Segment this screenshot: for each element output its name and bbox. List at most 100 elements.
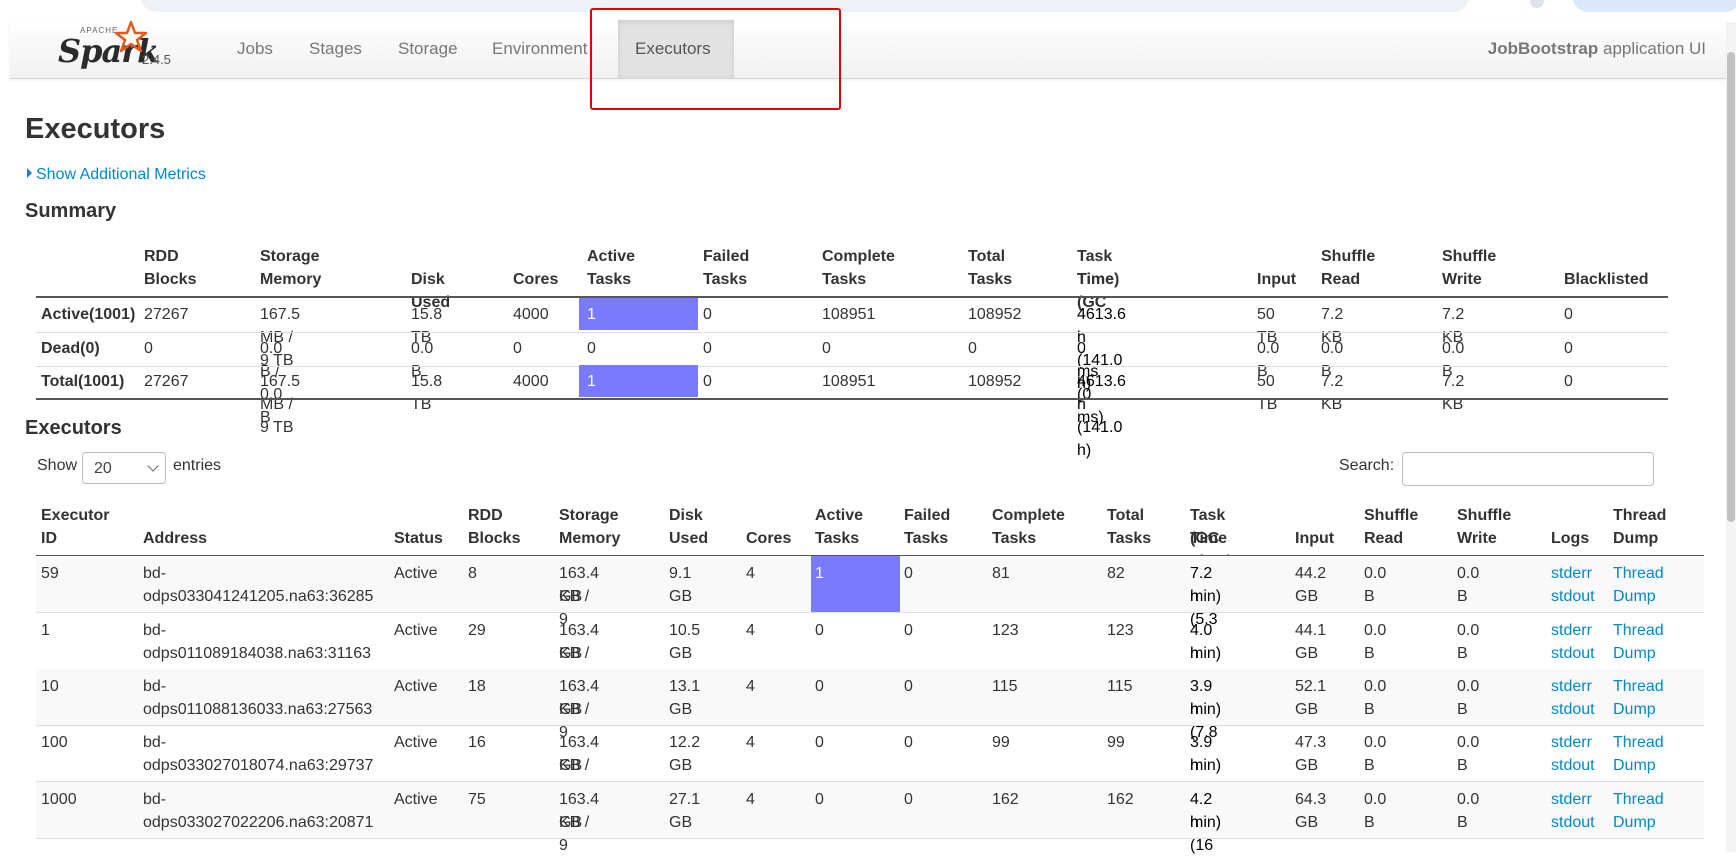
stderr-link[interactable]: stderr (1551, 675, 1592, 698)
summary-cell-cores: 0 (513, 340, 522, 357)
stdout-link[interactable]: stdout (1551, 754, 1595, 777)
executor-failed-tasks: 0 (904, 565, 913, 582)
show-additional-metrics-link[interactable]: Show Additional Metrics (27, 166, 206, 184)
stdout-link[interactable]: stdout (1551, 811, 1595, 834)
additional-metrics-label: Show Additional Metrics (36, 166, 206, 183)
table-rule (36, 838, 1704, 839)
executor-header-disk: Used (669, 530, 709, 547)
summary-cell-failed: 0 (703, 306, 712, 323)
executor-disk-used: 9.1 GB (669, 565, 693, 605)
thread-dump-link[interactable]: Thread (1613, 675, 1664, 698)
profile-icon[interactable] (1530, 0, 1544, 8)
summary-cell-complete: 0 (822, 340, 831, 357)
executor-shuffle-read: 0.0 B (1364, 678, 1387, 718)
stdout-link[interactable]: stdout (1551, 642, 1595, 665)
summary-heading: Summary (25, 200, 117, 222)
entries-per-page-select[interactable]: 20 (82, 452, 166, 484)
active-tasks-bar (811, 556, 900, 612)
executor-storage-memory: GB (559, 588, 583, 605)
scrollbar-thumb[interactable] (1727, 52, 1735, 522)
executor-failed-tasks: 0 (904, 791, 913, 808)
stdout-link[interactable]: stdout (1551, 585, 1595, 608)
executor-shuffle-read: 0.0 B (1364, 734, 1387, 774)
executor-total-tasks: 82 (1107, 565, 1125, 582)
executor-header-id: Executor (41, 507, 110, 524)
spark-logo[interactable]: APACHE Spark (48, 20, 159, 76)
summary-header-shread: Shuffle (1321, 248, 1376, 265)
thread-dump-link[interactable]: Dump (1613, 698, 1656, 721)
spark-navbar: APACHE Spark 2.4.5 Jobs Stages Storage E… (10, 20, 1726, 79)
executor-task-time: min) (1190, 814, 1222, 831)
thread-dump-link[interactable]: Thread (1613, 788, 1664, 811)
executor-header-failed: Failed (904, 507, 951, 524)
executor-complete-tasks: 123 (992, 622, 1019, 639)
summary-cell-storage: 167.5 MB / 9 TB (260, 373, 301, 436)
executor-address: odps033027018074.na63:29737 (143, 757, 374, 774)
search-input[interactable] (1402, 452, 1654, 486)
summary-cell-rdd: 27267 (144, 306, 189, 323)
executor-header-rdd: Blocks (468, 530, 521, 547)
executor-input: 64.3 GB (1295, 791, 1327, 831)
show-label: Show (37, 457, 78, 474)
summary-cell-total: 108952 (968, 373, 1022, 390)
executor-rdd-blocks: 75 (468, 791, 486, 808)
summary-header-total: Total (968, 248, 1006, 265)
executor-total-tasks: 115 (1107, 678, 1133, 695)
thread-dump-link[interactable]: Dump (1613, 811, 1656, 834)
summary-cell-complete: 108951 (822, 373, 876, 390)
table-rule (36, 296, 1668, 298)
executor-header-total: Tasks (1107, 530, 1152, 547)
executor-disk-used: 27.1 GB (669, 791, 701, 831)
browser-action-pill[interactable] (1572, 0, 1736, 12)
executor-header-disk: Disk (669, 507, 703, 524)
executor-storage-memory: GB (559, 645, 583, 662)
thread-dump-link[interactable]: Dump (1613, 642, 1656, 665)
executor-status: Active (394, 678, 438, 695)
thread-dump-link[interactable]: Thread (1613, 731, 1664, 754)
stdout-link[interactable]: stdout (1551, 698, 1595, 721)
summary-header-total: Tasks (968, 271, 1013, 288)
stderr-link[interactable]: stderr (1551, 731, 1592, 754)
stderr-link[interactable]: stderr (1551, 619, 1592, 642)
summary-header-input: Input (1257, 271, 1297, 288)
thread-dump-link[interactable]: Thread (1613, 619, 1664, 642)
page-scrollbar[interactable] (1726, 22, 1736, 852)
expand-triangle-icon (27, 168, 32, 178)
summary-cell-failed: 0 (703, 340, 712, 357)
active-tasks-bar (579, 298, 698, 330)
tab-stages[interactable]: Stages (292, 20, 379, 78)
executor-disk-used: 13.1 GB (669, 678, 701, 718)
executor-cores: 4 (746, 565, 755, 582)
thread-dump-link[interactable]: Thread (1613, 562, 1664, 585)
summary-row-label: Active(1001) (41, 306, 136, 323)
executor-failed-tasks: 0 (904, 734, 913, 751)
executor-failed-tasks: 0 (904, 678, 913, 695)
executor-task-time: min) (1190, 645, 1222, 662)
executor-header-logs: Logs (1551, 530, 1590, 547)
stderr-link[interactable]: stderr (1551, 562, 1592, 585)
summary-header-storage: Storage (260, 248, 320, 265)
executor-cores: 4 (746, 678, 755, 695)
executor-header-dump: Thread (1613, 507, 1667, 524)
executor-active-tasks: 0 (815, 678, 824, 695)
summary-header-tasktime: Time) (1077, 271, 1120, 288)
table-rule (36, 612, 1704, 613)
tab-environment[interactable]: Environment (475, 20, 604, 78)
executor-shuffle-write: 0.0 B (1457, 734, 1480, 774)
table-rule (36, 332, 1668, 333)
executor-task-time: min) (1190, 701, 1222, 718)
executor-header-storage: Storage (559, 507, 619, 524)
tab-storage[interactable]: Storage (381, 20, 475, 78)
summary-cell-total: 0 (968, 340, 977, 357)
executor-header-active: Active (815, 507, 864, 524)
executor-header-shread: Shuffle (1364, 507, 1419, 524)
executor-header-storage: Memory (559, 530, 621, 547)
tab-jobs[interactable]: Jobs (220, 20, 290, 78)
executor-total-tasks: 162 (1107, 791, 1134, 808)
executor-address: odps011089184038.na63:31163 (143, 645, 372, 662)
summary-header-shwrite: Shuffle (1442, 248, 1497, 265)
stderr-link[interactable]: stderr (1551, 788, 1592, 811)
thread-dump-link[interactable]: Dump (1613, 585, 1656, 608)
executor-input: 47.3 GB (1295, 734, 1327, 774)
thread-dump-link[interactable]: Dump (1613, 754, 1656, 777)
